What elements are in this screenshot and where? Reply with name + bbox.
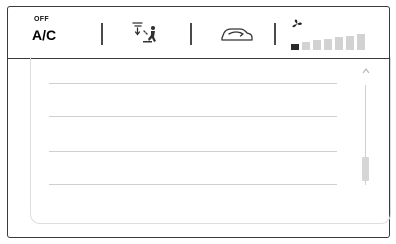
air-distribution-button[interactable] bbox=[125, 19, 167, 47]
list-item[interactable] bbox=[49, 83, 337, 84]
list-item[interactable] bbox=[49, 116, 337, 117]
fan-speed-level bbox=[313, 40, 321, 50]
fan-icon bbox=[292, 19, 302, 28]
fan-speed-level bbox=[335, 37, 343, 50]
fan-speed-level bbox=[291, 43, 299, 50]
fan-speed-level bbox=[302, 42, 310, 50]
fan-speed-level bbox=[346, 35, 354, 50]
divider bbox=[190, 23, 192, 45]
climate-screen: OFF A/C bbox=[7, 6, 391, 238]
fan-speed-bars bbox=[291, 34, 365, 50]
ac-label: A/C bbox=[32, 27, 57, 43]
fan-speed-control[interactable] bbox=[291, 19, 387, 51]
list-item[interactable] bbox=[49, 184, 337, 185]
divider bbox=[274, 23, 276, 45]
divider bbox=[101, 23, 103, 45]
climate-control-bar: OFF A/C bbox=[8, 7, 389, 59]
chevron-up-icon[interactable] bbox=[361, 67, 371, 75]
list-item[interactable] bbox=[49, 151, 337, 152]
list-panel bbox=[30, 57, 391, 224]
ac-button[interactable]: OFF A/C bbox=[32, 16, 72, 50]
ac-status-label: OFF bbox=[34, 16, 49, 23]
scrollbar-thumb[interactable] bbox=[362, 157, 369, 181]
recirculation-button[interactable] bbox=[216, 19, 256, 47]
fan-speed-level bbox=[357, 34, 365, 50]
air-distribution-icon bbox=[132, 22, 156, 43]
fan-speed-level bbox=[324, 38, 332, 50]
air-recirculation-icon bbox=[221, 28, 253, 41]
